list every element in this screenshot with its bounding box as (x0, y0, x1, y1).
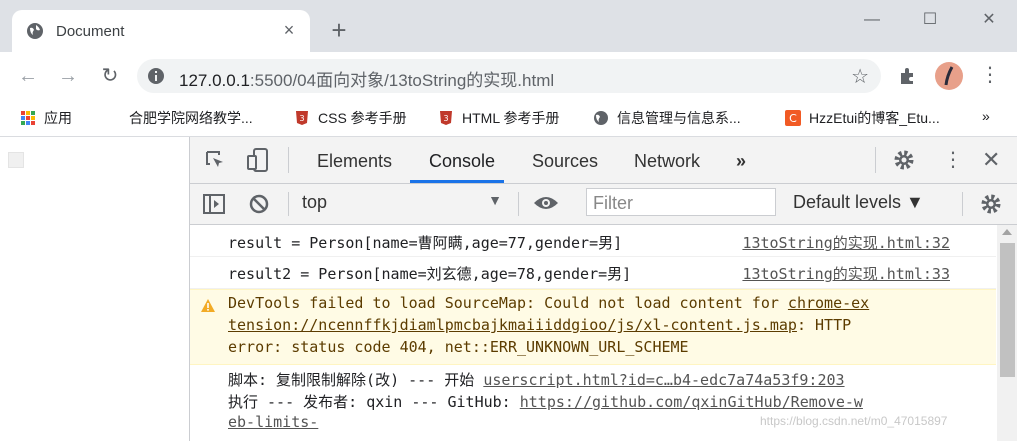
console-filter-input[interactable]: Filter (586, 188, 776, 216)
csdn-logo-icon: C (785, 110, 801, 126)
bookmark-csdn-blog[interactable]: C HzzEtui的博客_Etu... (785, 108, 940, 128)
divider (875, 147, 876, 173)
address-bar[interactable]: 127.0.0.1:5500/04面向对象/13toString的实现.html… (137, 59, 881, 93)
url-text[interactable]: 127.0.0.1:5500/04面向对象/13toString的实现.html (179, 66, 554, 91)
console-settings-gear-icon[interactable] (980, 193, 1002, 215)
devtools-panel: Elements Console Sources Network » ⋮ ✕ t… (189, 137, 1017, 441)
console-toolbar: top ▼ Filter Default levels ▼ (190, 184, 1017, 225)
console-warning-row: DevTools failed to load SourceMap: Could… (190, 289, 996, 365)
divider (962, 192, 963, 216)
info-icon[interactable] (147, 67, 165, 85)
divider (288, 192, 289, 216)
bookmark-info-management[interactable]: 信息管理与信息系... (593, 108, 741, 128)
maximize-button[interactable]: ☐ (918, 8, 942, 32)
extensions-puzzle-icon[interactable] (898, 66, 918, 86)
globe-icon (27, 23, 43, 39)
chrome-menu-icon[interactable]: ⋮ (980, 62, 1000, 87)
more-tabs-button[interactable]: » (736, 151, 746, 172)
log-message: result = Person[name=曹阿瞒,age=77,gender=男… (228, 234, 623, 252)
clear-console-icon[interactable] (248, 193, 270, 215)
close-devtools-icon[interactable]: ✕ (982, 147, 1000, 173)
page-element (8, 152, 24, 168)
tab-sources[interactable]: Sources (532, 151, 598, 172)
tab-close-icon[interactable]: × (278, 19, 300, 41)
console-log-row: result = Person[name=曹阿瞒,age=77,gender=男… (190, 225, 996, 257)
svg-text:3: 3 (443, 114, 448, 123)
context-selector[interactable]: top ▼ (302, 192, 502, 216)
back-button[interactable]: ← (14, 62, 42, 90)
gear-icon[interactable] (893, 149, 915, 171)
w3-logo-icon: 3 (296, 111, 308, 125)
bookmarks-bar: 应用 合肥学院网络教学... 3 CSS 参考手册 3 HTML 参考手册 信息… (0, 100, 1017, 137)
browser-toolbar: ← → ↻ 127.0.0.1:5500/04面向对象/13toString的实… (0, 52, 1017, 100)
bookmark-star-icon[interactable]: ☆ (851, 64, 869, 89)
new-tab-button[interactable]: + (326, 17, 352, 43)
chevron-down-icon: ▼ (488, 192, 502, 208)
w3-logo-icon: 3 (440, 111, 452, 125)
forward-button[interactable]: → (54, 62, 82, 90)
close-window-button[interactable]: ✕ (977, 8, 1001, 32)
warning-icon (201, 299, 215, 312)
bookmark-apps[interactable]: 应用 (20, 108, 72, 128)
divider (288, 147, 289, 173)
log-message: 脚本: 复制限制解除(改) --- 开始 userscript.html?id=… (228, 371, 845, 389)
apps-grid-icon (21, 111, 35, 125)
active-tab-indicator (410, 180, 504, 183)
device-toolbar-icon[interactable] (246, 147, 270, 173)
minimize-button[interactable]: — (860, 8, 884, 32)
avatar-logo-icon (944, 66, 954, 86)
console-scrollbar[interactable] (997, 225, 1017, 441)
tab-strip: Document × + — ☐ ✕ (0, 0, 1017, 52)
tab-network[interactable]: Network (634, 151, 700, 172)
eye-icon[interactable] (533, 193, 559, 213)
avatar[interactable] (935, 62, 963, 90)
warning-line: tension://ncennffkjdiamlpmcbajkmaiiiddgi… (228, 316, 852, 334)
console-output: result = Person[name=曹阿瞒,age=77,gender=男… (190, 225, 996, 441)
sidebar-toggle-icon[interactable] (202, 193, 226, 215)
warning-line: error: status code 404, net::ERR_UNKNOWN… (228, 338, 689, 356)
bookmarks-overflow-button[interactable]: » (982, 108, 990, 124)
reload-button[interactable]: ↻ (96, 62, 124, 90)
tab-console[interactable]: Console (429, 151, 495, 172)
devtools-menu-icon[interactable]: ⋮ (943, 147, 963, 172)
userscript-link[interactable]: userscript.html?id=c…b4-edc7a74a53f9:203 (483, 371, 844, 389)
sourcemap-link[interactable]: chrome-ex (788, 294, 869, 312)
log-message: result2 = Person[name=刘玄德,age=78,gender=… (228, 265, 632, 283)
watermark: https://blog.csdn.net/m0_47015897 (760, 414, 948, 428)
sourcemap-link[interactable]: tension://ncennffkjdiamlpmcbajkmaiiiddgi… (228, 316, 797, 334)
log-source-link[interactable]: 13toString的实现.html:32 (742, 232, 950, 253)
console-log-row: 脚本: 复制限制解除(改) --- 开始 userscript.html?id=… (190, 365, 996, 441)
devtools-tabbar: Elements Console Sources Network » ⋮ ✕ (190, 137, 1017, 184)
svg-text:3: 3 (299, 114, 304, 123)
github-link-continued[interactable]: eb-limits- (228, 413, 318, 431)
globe-icon (594, 111, 608, 125)
bookmark-hfuu[interactable]: 合肥学院网络教学... (129, 108, 253, 128)
inspect-element-icon[interactable] (204, 149, 226, 171)
github-link[interactable]: https://github.com/qxinGitHub/Remove-w (520, 393, 863, 411)
svg-text:C: C (789, 112, 797, 125)
tab-elements[interactable]: Elements (317, 151, 392, 172)
log-source-link[interactable]: 13toString的实现.html:33 (742, 263, 950, 284)
scrollbar-thumb[interactable] (1000, 243, 1015, 377)
console-log-row: result2 = Person[name=刘玄德,age=78,gender=… (190, 257, 996, 289)
log-message: 执行 --- 发布者: qxin --- GitHub: https://git… (228, 393, 863, 411)
page-viewport (0, 137, 189, 441)
warning-line: DevTools failed to load SourceMap: Could… (228, 294, 870, 312)
tab-title: Document (56, 23, 125, 40)
bookmark-css-reference[interactable]: 3 CSS 参考手册 (294, 108, 407, 128)
log-message: eb-limits- (228, 413, 318, 431)
log-levels-dropdown[interactable]: Default levels ▼ (793, 192, 924, 213)
bookmark-html-reference[interactable]: 3 HTML 参考手册 (438, 108, 559, 128)
scroll-up-arrow-icon[interactable] (1002, 229, 1012, 235)
divider (518, 192, 519, 216)
browser-tab[interactable]: Document × (12, 10, 310, 52)
